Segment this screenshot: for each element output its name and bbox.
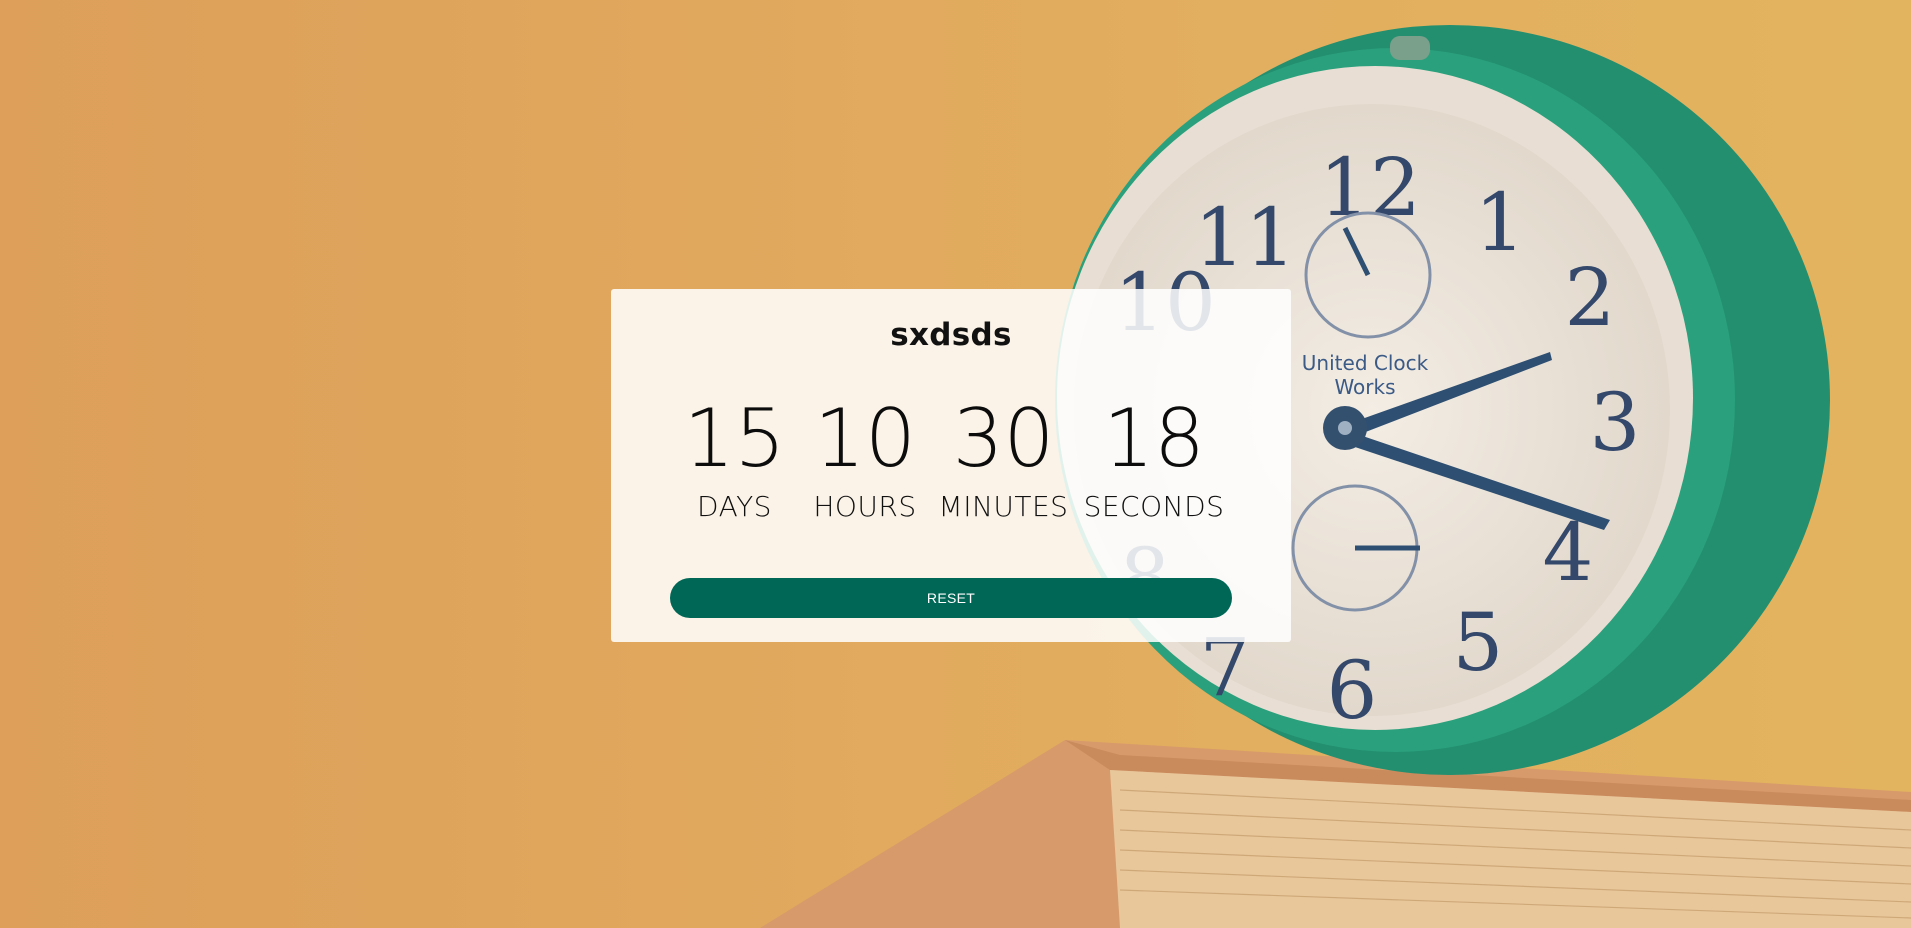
seconds-label: SECONDS [1083, 490, 1225, 523]
svg-text:11: 11 [1194, 191, 1296, 284]
countdown-units: 15 DAYS 10 HOURS 30 MINUTES 18 SECONDS [671, 392, 1233, 524]
minutes-value: 30 [952, 392, 1055, 485]
countdown-seconds: 18 SECONDS [1075, 392, 1233, 524]
countdown-hours: 10 HOURS [798, 392, 932, 524]
svg-text:5: 5 [1453, 596, 1504, 689]
countdown-title: sxdsds [890, 317, 1012, 353]
svg-text:6: 6 [1327, 644, 1378, 737]
countdown-days: 15 DAYS [671, 392, 798, 524]
hours-value: 10 [814, 392, 916, 485]
svg-text:1: 1 [1475, 176, 1526, 269]
svg-text:3: 3 [1590, 376, 1641, 469]
days-value: 15 [683, 392, 786, 485]
svg-text:United Clock: United Clock [1302, 351, 1429, 375]
countdown-card: sxdsds 15 DAYS 10 HOURS 30 MINUTES 18 SE… [611, 289, 1291, 642]
seconds-value: 18 [1103, 392, 1205, 485]
svg-text:12: 12 [1319, 141, 1421, 234]
hours-label: HOURS [813, 490, 917, 523]
days-label: DAYS [697, 490, 772, 523]
minutes-label: MINUTES [938, 490, 1069, 523]
countdown-minutes: 30 MINUTES [932, 392, 1075, 524]
svg-text:Works: Works [1334, 375, 1395, 399]
reset-button[interactable]: RESET [670, 578, 1232, 618]
svg-text:2: 2 [1565, 251, 1616, 344]
